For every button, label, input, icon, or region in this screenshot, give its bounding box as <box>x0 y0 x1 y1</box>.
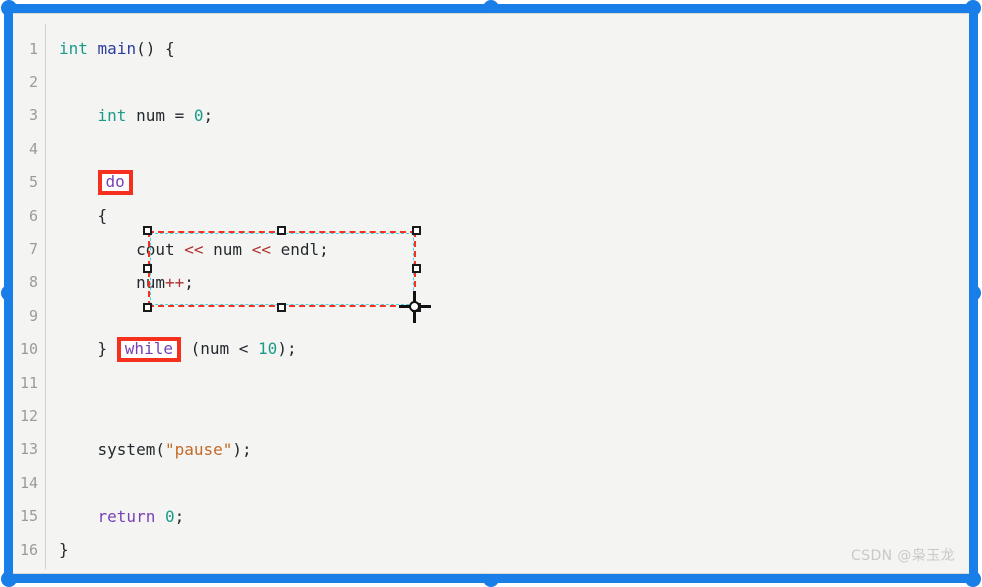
code-token: num <box>136 105 165 125</box>
code-line[interactable]: 3 int num = 0; <box>13 99 969 132</box>
crop-handle-bottom-left[interactable] <box>143 303 152 312</box>
crop-handle-bottom-right[interactable] <box>412 303 421 312</box>
code-token: 10 <box>258 338 278 358</box>
code-token: ( <box>180 338 201 358</box>
line-number: 13 <box>19 440 38 459</box>
code-line[interactable]: 5 do <box>13 166 969 199</box>
code-token: return <box>97 506 156 526</box>
watermark-text: CSDN @枭玉龙 <box>851 548 955 564</box>
code-token: } <box>59 338 117 358</box>
code-line[interactable]: 13 system("pause"); <box>13 433 969 466</box>
code-text: int main() { <box>45 39 175 58</box>
code-token: "pause" <box>164 439 233 459</box>
code-token: ; <box>203 105 214 125</box>
line-number: 4 <box>28 139 38 158</box>
code-token: = <box>164 105 194 125</box>
line-number: 3 <box>28 106 38 125</box>
line-number: 8 <box>28 273 38 292</box>
code-token: { <box>59 206 108 226</box>
line-number: 9 <box>28 306 38 325</box>
code-line[interactable]: 14 <box>13 466 969 499</box>
code-token: num <box>200 338 230 358</box>
crop-handle-middle-left[interactable] <box>143 264 152 273</box>
code-text: return 0; <box>45 506 185 526</box>
line-number: 7 <box>28 240 38 259</box>
code-token: 0 <box>193 105 204 125</box>
crop-handle-top-right[interactable] <box>412 226 421 235</box>
code-token: system <box>97 439 156 459</box>
line-number: 1 <box>28 39 38 58</box>
code-token: ( <box>155 439 165 459</box>
line-number: 6 <box>28 206 38 225</box>
crop-handle-top-center[interactable] <box>277 226 286 235</box>
code-token: int <box>59 39 88 59</box>
code-line[interactable]: 4 <box>13 132 969 165</box>
line-number: 10 <box>19 340 38 359</box>
crop-selection-rectangle[interactable] <box>143 226 421 312</box>
code-token: main <box>97 39 137 59</box>
line-number: 5 <box>28 173 38 192</box>
code-line[interactable]: 11 <box>13 366 969 399</box>
code-line[interactable]: 2 <box>13 65 969 98</box>
code-text: do <box>45 169 133 195</box>
code-line[interactable]: 10 } while (num < 10); <box>13 333 969 366</box>
annotation-box-do: do <box>97 169 133 195</box>
code-text: } while (num < 10); <box>45 336 297 362</box>
code-token: < <box>229 338 259 358</box>
line-number: 2 <box>28 73 38 92</box>
line-number: 15 <box>19 507 38 526</box>
code-token: ); <box>232 439 252 459</box>
code-token: 0 <box>164 506 175 526</box>
code-text: system("pause"); <box>45 440 252 459</box>
code-line[interactable]: 1 int main() { <box>13 32 969 65</box>
line-number: 16 <box>19 540 38 559</box>
code-line[interactable]: 16} <box>13 533 969 566</box>
crop-handle-top-left[interactable] <box>143 226 152 235</box>
code-text: { <box>45 206 108 226</box>
line-number: 12 <box>19 406 38 425</box>
code-token: int <box>97 105 127 125</box>
crop-handle-bottom-center[interactable] <box>277 303 286 312</box>
code-token: () { <box>136 39 175 59</box>
code-line[interactable]: 12 <box>13 399 969 432</box>
code-token: ; <box>174 506 185 526</box>
code-editor[interactable]: 1 int main() {2 3 int num = 0; 4 5 do 6 {7 co… <box>13 13 969 574</box>
code-text: } <box>45 540 69 559</box>
line-number: 11 <box>19 373 38 392</box>
crop-handle-middle-right[interactable] <box>412 264 421 273</box>
code-line[interactable]: 6 { <box>13 199 969 232</box>
code-line[interactable]: 15 return 0; <box>13 499 969 532</box>
code-token: ); <box>277 338 297 358</box>
annotation-box-while: while <box>116 336 181 362</box>
code-text: int num = 0; <box>45 105 214 125</box>
crop-selection-border <box>148 231 416 307</box>
code-token: } <box>59 540 69 560</box>
line-number: 14 <box>19 473 38 492</box>
